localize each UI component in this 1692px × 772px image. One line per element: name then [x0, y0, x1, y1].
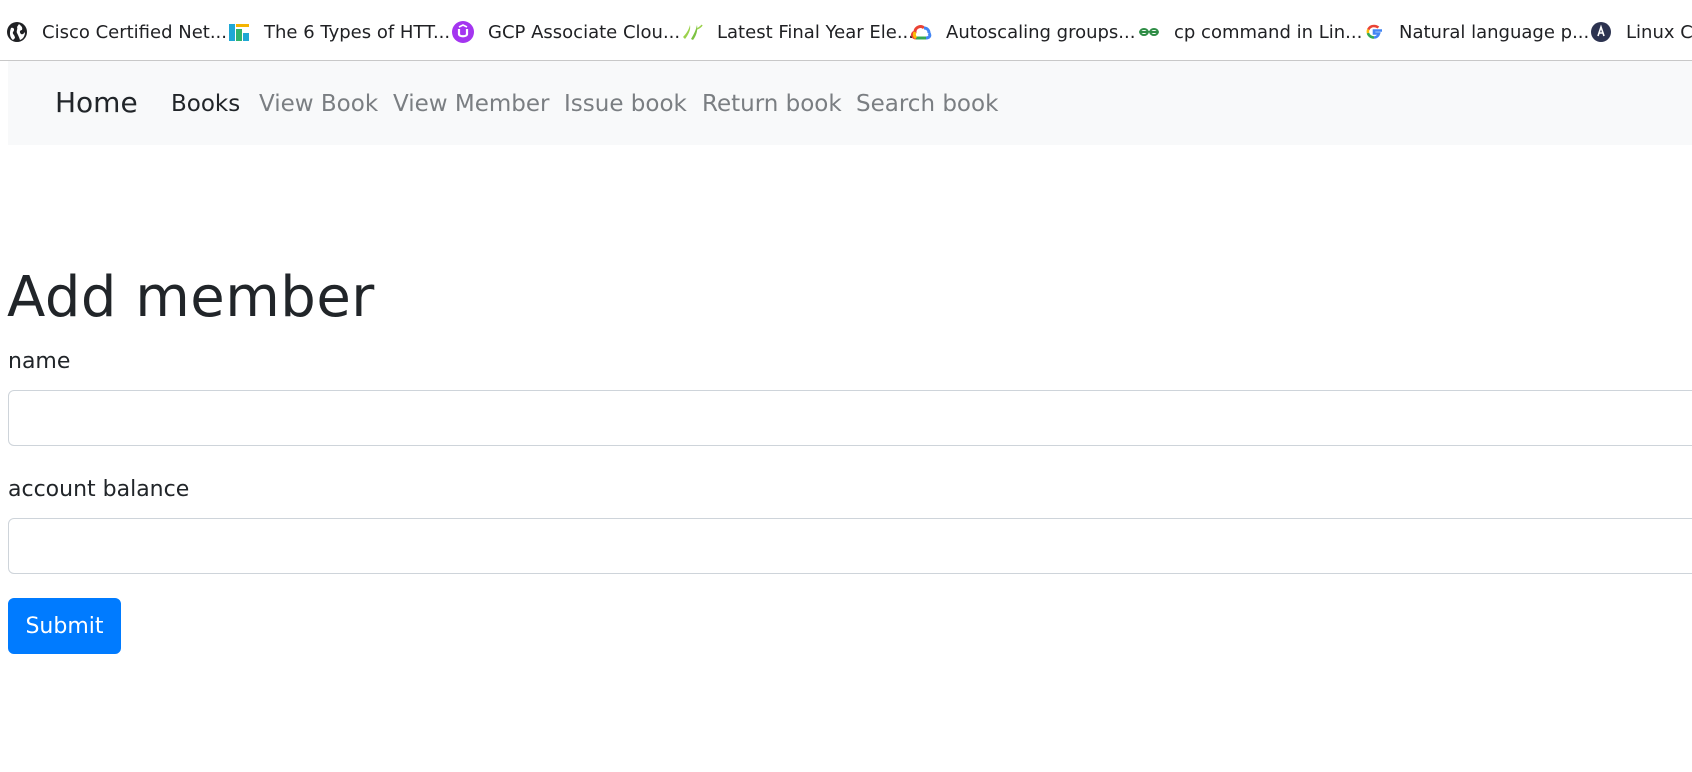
nav-link-view-book[interactable]: View Book — [259, 89, 378, 119]
site-icon — [228, 21, 250, 43]
bookmark-http-types[interactable]: The 6 Types of HTT... — [228, 18, 450, 46]
bookmark-autoscaling[interactable]: Autoscaling groups... — [910, 18, 1135, 46]
account-balance-input[interactable] — [8, 518, 1692, 574]
nav-link-books[interactable]: Books — [171, 89, 240, 119]
bookmark-label: Autoscaling groups... — [946, 21, 1136, 43]
nav-link-return-book[interactable]: Return book — [702, 89, 842, 119]
bookmark-final-year[interactable]: Latest Final Year Ele... — [681, 18, 914, 46]
nav-link-view-member[interactable]: View Member — [393, 89, 550, 119]
bookmark-label: Cisco Certified Net... — [42, 21, 228, 43]
bookmark-label: GCP Associate Clou... — [488, 21, 681, 43]
globe-icon — [6, 21, 28, 43]
name-label: name — [8, 349, 71, 374]
nav-link-search-book[interactable]: Search book — [856, 89, 998, 119]
bookmark-label: Natural language p... — [1399, 21, 1590, 43]
page-title: Add member — [7, 265, 375, 330]
geeksforgeeks-icon — [1138, 21, 1160, 43]
google-icon — [1363, 21, 1385, 43]
navbar-brand-home[interactable]: Home — [55, 85, 138, 121]
submit-button[interactable]: Submit — [8, 598, 121, 654]
bookmark-gcp[interactable]: GCP Associate Clou... — [452, 18, 680, 46]
bookmark-label: Linux Co — [1626, 21, 1692, 43]
name-input[interactable] — [8, 390, 1692, 446]
leaf-icon — [681, 21, 703, 43]
account-balance-label: account balance — [8, 477, 190, 502]
bookmark-label: Latest Final Year Ele... — [717, 21, 914, 43]
bookmarks-bar: Cisco Certified Net... The 6 Types of HT… — [0, 0, 1692, 61]
udemy-icon — [452, 21, 474, 43]
bookmark-cisco[interactable]: Cisco Certified Net... — [6, 18, 227, 46]
google-cloud-icon — [910, 21, 932, 43]
bookmark-linux[interactable]: Linux Co — [1590, 18, 1692, 46]
bookmark-nlp[interactable]: Natural language p... — [1363, 18, 1589, 46]
bookmark-label: The 6 Types of HTT... — [264, 21, 451, 43]
bookmark-cp-command[interactable]: cp command in Lin... — [1138, 18, 1362, 46]
navbar: Home Books View Book View Member Issue b… — [8, 61, 1692, 145]
nav-link-issue-book[interactable]: Issue book — [564, 89, 687, 119]
bookmark-label: cp command in Lin... — [1174, 21, 1363, 43]
dark-circle-icon — [1590, 21, 1612, 43]
